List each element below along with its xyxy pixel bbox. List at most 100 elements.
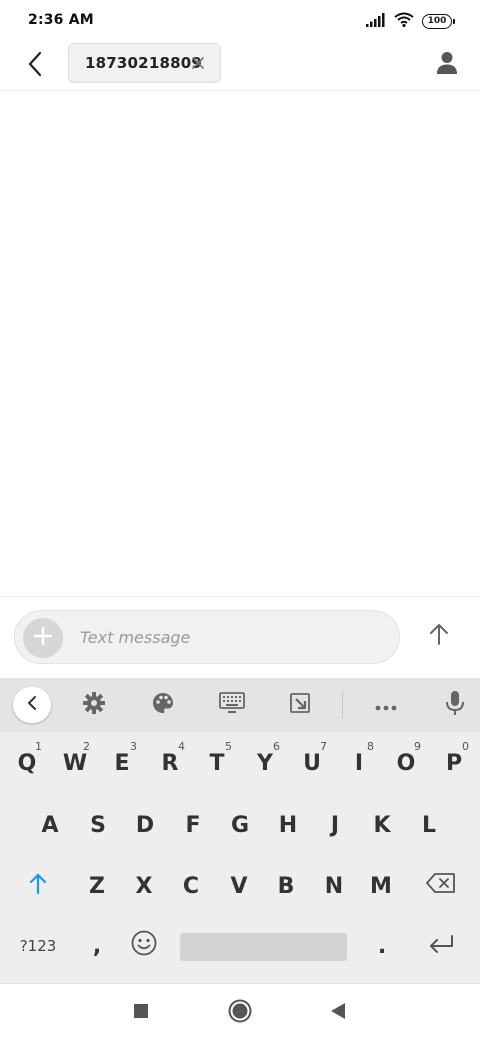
- key-l[interactable]: L: [406, 798, 452, 852]
- status-icons: 100: [366, 12, 455, 31]
- key-w[interactable]: W2: [52, 736, 98, 790]
- backspace-key[interactable]: [418, 859, 464, 913]
- plus-icon: [33, 626, 53, 649]
- key-label: U: [303, 750, 321, 776]
- key-label: M: [370, 873, 392, 899]
- one-hand-button[interactable]: [281, 687, 319, 723]
- key-h[interactable]: H: [265, 798, 311, 852]
- key-label: I: [354, 750, 364, 776]
- key-label: D: [135, 812, 155, 838]
- key-label: G: [230, 812, 250, 838]
- settings-icon: [82, 691, 106, 719]
- key-e[interactable]: E3: [99, 736, 145, 790]
- key-label: N: [324, 873, 344, 899]
- key-m[interactable]: M: [358, 859, 404, 913]
- key-x[interactable]: X: [121, 859, 167, 913]
- battery-level: 100: [427, 15, 447, 26]
- key-label: L: [421, 812, 437, 838]
- key-z[interactable]: Z: [74, 859, 120, 913]
- close-icon[interactable]: [190, 55, 206, 71]
- recipient-chip[interactable]: 18730218809: [68, 43, 221, 83]
- emoji-key[interactable]: [121, 919, 167, 973]
- voice-input-button[interactable]: [436, 687, 474, 723]
- compose-field[interactable]: Text message: [14, 610, 400, 664]
- keyboard-toolbar: [0, 678, 480, 732]
- key-label: T: [209, 750, 225, 776]
- back-arrow-icon: [27, 51, 43, 81]
- key-f[interactable]: F: [170, 798, 216, 852]
- key-label: H: [278, 812, 298, 838]
- key-r[interactable]: R4: [147, 736, 193, 790]
- period-key[interactable]: .: [359, 919, 405, 973]
- key-label: Y: [257, 750, 273, 776]
- battery-icon: 100: [422, 13, 455, 29]
- key-d[interactable]: D: [122, 798, 168, 852]
- key-label: W: [62, 750, 88, 776]
- key-g[interactable]: G: [217, 798, 263, 852]
- symbols-key[interactable]: ?123: [15, 919, 61, 973]
- send-arrow-icon: [429, 623, 449, 649]
- key-label: V: [230, 873, 248, 899]
- key-hint: 8: [367, 740, 374, 753]
- comma-key[interactable]: ,: [74, 919, 120, 973]
- home-button[interactable]: [225, 998, 255, 1028]
- send-button[interactable]: [424, 621, 454, 651]
- collapse-button[interactable]: [13, 687, 51, 723]
- key-hint: 1: [35, 740, 42, 753]
- back-button[interactable]: [18, 46, 52, 86]
- key-p[interactable]: P0: [431, 736, 477, 790]
- key-label: O: [396, 750, 416, 776]
- key-v[interactable]: V: [216, 859, 262, 913]
- toolbar-divider: [342, 691, 343, 719]
- key-label: .: [377, 933, 387, 959]
- key-a[interactable]: A: [27, 798, 73, 852]
- key-q[interactable]: Q1: [4, 736, 50, 790]
- key-label: ,: [92, 933, 102, 959]
- attach-button[interactable]: [23, 618, 63, 658]
- key-y[interactable]: Y6: [242, 736, 288, 790]
- key-label: A: [41, 812, 59, 838]
- theme-button[interactable]: [144, 687, 182, 723]
- key-u[interactable]: U7: [289, 736, 335, 790]
- enter-icon: [428, 934, 454, 959]
- key-o[interactable]: O9: [383, 736, 429, 790]
- key-label: C: [182, 873, 200, 899]
- key-label: S: [90, 812, 106, 838]
- key-j[interactable]: J: [312, 798, 358, 852]
- back-icon: [330, 1002, 346, 1024]
- key-hint: 6: [273, 740, 280, 753]
- conversation-header: 18730218809: [0, 42, 480, 91]
- compose-bar: Text message: [0, 596, 480, 678]
- status-time: 2:36 AM: [28, 12, 94, 28]
- space-key[interactable]: [180, 933, 347, 961]
- key-hint: 0: [462, 740, 469, 753]
- resize-icon: [288, 691, 312, 719]
- signal-icon: [366, 12, 386, 31]
- more-button[interactable]: [367, 687, 405, 723]
- key-hint: 7: [320, 740, 327, 753]
- collapse-icon: [27, 695, 37, 715]
- key-c[interactable]: C: [168, 859, 214, 913]
- key-k[interactable]: K: [359, 798, 405, 852]
- key-hint: 5: [225, 740, 232, 753]
- recents-button[interactable]: [126, 998, 156, 1028]
- contact-button[interactable]: [430, 48, 464, 82]
- key-t[interactable]: T5: [194, 736, 240, 790]
- key-label: R: [161, 750, 179, 776]
- key-label: Q: [17, 750, 37, 776]
- message-list: [0, 91, 480, 596]
- key-n[interactable]: N: [311, 859, 357, 913]
- key-label: E: [114, 750, 130, 776]
- key-s[interactable]: S: [75, 798, 121, 852]
- key-b[interactable]: B: [263, 859, 309, 913]
- enter-key[interactable]: [418, 919, 464, 973]
- navigation-bar: [0, 983, 480, 1040]
- key-label: K: [373, 812, 391, 838]
- key-i[interactable]: I8: [336, 736, 382, 790]
- settings-button[interactable]: [75, 687, 113, 723]
- keyboard-mode-button[interactable]: [213, 687, 251, 723]
- shift-key[interactable]: [15, 859, 61, 913]
- keyboard-icon: [219, 691, 245, 719]
- nav-back-button[interactable]: [323, 998, 353, 1028]
- backspace-icon: [426, 873, 456, 899]
